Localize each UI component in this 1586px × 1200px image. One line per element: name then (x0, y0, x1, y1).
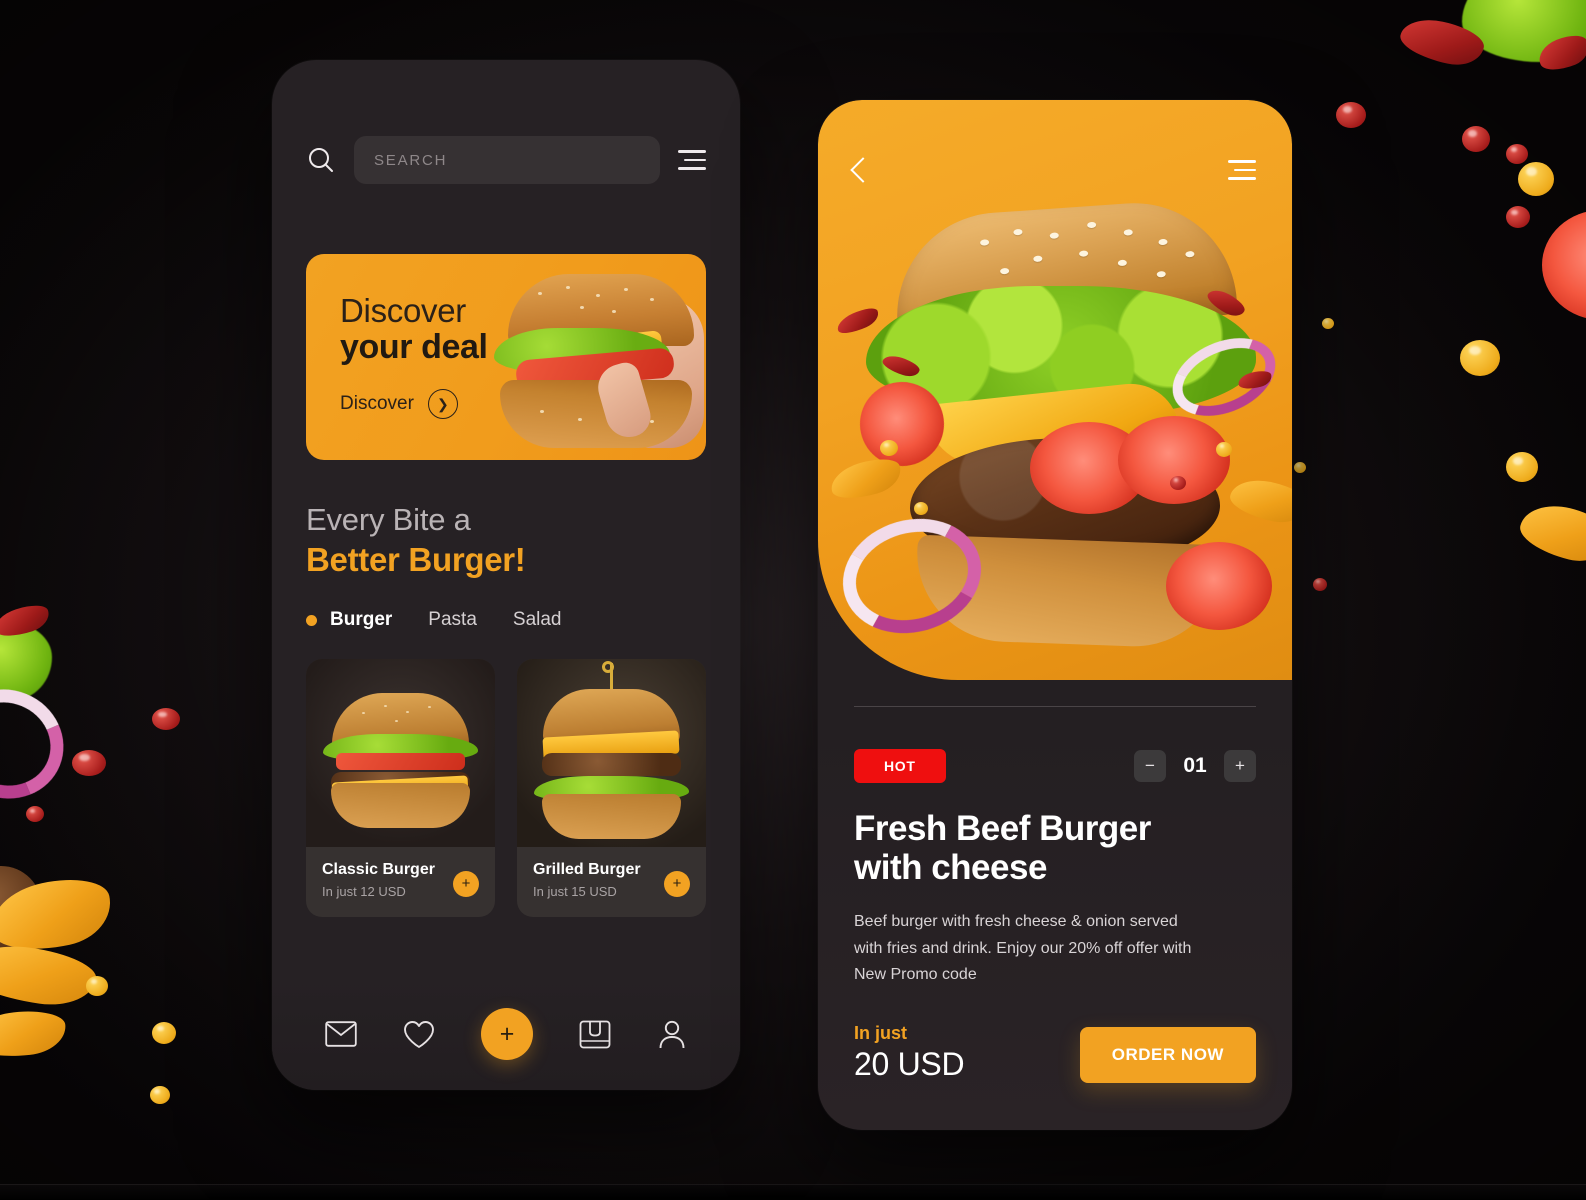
chevron-right-icon: ❯ (427, 389, 458, 419)
add-to-cart-button[interactable]: + (664, 871, 690, 897)
tab-salad[interactable]: Salad (513, 609, 562, 631)
decor-bit (1506, 144, 1528, 164)
section-heading-line1: Every Bite a (306, 502, 471, 537)
content-divider (854, 706, 1256, 707)
decor-bit (26, 806, 44, 822)
tab-burger[interactable]: Burger (306, 609, 392, 631)
tab-pasta[interactable]: Pasta (428, 609, 477, 631)
product-price: In just 12 USD (322, 884, 406, 899)
bottom-navigation-bar: + (272, 978, 740, 1090)
status-badge: HOT (854, 749, 946, 783)
profile-person-icon[interactable] (657, 1019, 687, 1049)
orders-box-icon[interactable] (579, 1020, 611, 1049)
phone-home-screen: Discover your deal Discover ❯ Every Bite… (272, 60, 740, 1090)
decor-bit (1506, 206, 1530, 228)
product-title-line1: Fresh Beef Burger (854, 809, 1151, 848)
price-and-order-row: In just 20 USD ORDER NOW (854, 1023, 1256, 1084)
price-value: 20 USD (854, 1046, 965, 1083)
decor-bit (1294, 462, 1306, 473)
product-card-list: Classic Burger In just 12 USD + Grilled … (272, 631, 740, 917)
heart-icon[interactable] (403, 1020, 435, 1049)
product-price: In just 15 USD (533, 884, 617, 899)
product-name: Classic Burger (322, 861, 435, 878)
promo-discover-button[interactable]: Discover ❯ (340, 389, 706, 419)
product-title-line2: with cheese (854, 848, 1047, 888)
mail-icon[interactable] (325, 1021, 357, 1047)
back-chevron-icon[interactable] (850, 157, 876, 183)
promo-banner[interactable]: Discover your deal Discover ❯ (306, 254, 706, 460)
quantity-stepper: − 01 + (1134, 750, 1256, 782)
product-title: Fresh Beef Burger with cheese (854, 809, 1256, 887)
search-icon[interactable] (306, 145, 336, 175)
hero-burger-illustration (818, 190, 1292, 710)
decor-bit (150, 1086, 170, 1104)
decor-bit (1460, 340, 1500, 376)
decor-bit (86, 976, 108, 996)
quantity-decrement-button[interactable]: − (1134, 750, 1166, 782)
order-now-button[interactable]: ORDER NOW (1079, 1027, 1256, 1084)
add-to-cart-button[interactable]: + (453, 871, 479, 897)
decor-bit (1506, 452, 1538, 482)
phone-detail-screen: HOT − 01 + Fresh Beef Burger with cheese… (818, 100, 1292, 1130)
quantity-increment-button[interactable]: + (1224, 750, 1256, 782)
tab-pasta-label: Pasta (428, 609, 477, 630)
product-image-grilled-burger (517, 659, 706, 847)
product-name: Grilled Burger (533, 861, 641, 878)
decor-bit (72, 750, 106, 776)
decor-bit (1462, 126, 1490, 152)
promo-headline-line2: your deal (340, 328, 488, 366)
decor-bit (1518, 162, 1554, 196)
backdrop-vignette (0, 0, 1586, 1200)
tab-salad-label: Salad (512, 609, 562, 630)
product-card-classic-burger[interactable]: Classic Burger In just 12 USD + (306, 659, 495, 917)
section-heading-line2: Better Burger! (306, 541, 526, 578)
tab-burger-label: Burger (330, 609, 393, 630)
section-heading: Every Bite a Better Burger! (272, 460, 740, 579)
detail-content: HOT − 01 + Fresh Beef Burger with cheese… (818, 706, 1292, 1084)
badge-and-quantity-row: HOT − 01 + (854, 749, 1256, 783)
promo-cta-label: Discover (340, 393, 414, 414)
hamburger-menu-icon[interactable] (678, 150, 706, 170)
quantity-value: 01 (1183, 754, 1207, 777)
promo-headline-line1: Discover (340, 292, 466, 329)
decor-bit (152, 708, 180, 730)
home-top-bar (272, 60, 740, 184)
decor-bit (152, 1022, 176, 1044)
bottom-strip (0, 1184, 1586, 1200)
backdrop (0, 0, 1586, 1200)
product-image-classic-burger (306, 659, 495, 847)
category-tabs: Burger Pasta Salad (272, 579, 740, 631)
decor-bit (1336, 102, 1366, 128)
price-block: In just 20 USD (854, 1023, 965, 1083)
decor-bit (1313, 578, 1327, 591)
product-card-grilled-burger[interactable]: Grilled Burger In just 15 USD + (517, 659, 706, 917)
product-description: Beef burger with fresh cheese & onion se… (854, 913, 1192, 984)
hamburger-menu-icon[interactable] (1228, 160, 1256, 180)
price-label: In just (854, 1023, 907, 1044)
decor-bit (1322, 318, 1334, 329)
detail-top-bar (818, 157, 1292, 183)
search-input[interactable] (354, 136, 660, 184)
add-icon[interactable]: + (481, 1008, 533, 1060)
active-tab-dot (306, 614, 317, 626)
